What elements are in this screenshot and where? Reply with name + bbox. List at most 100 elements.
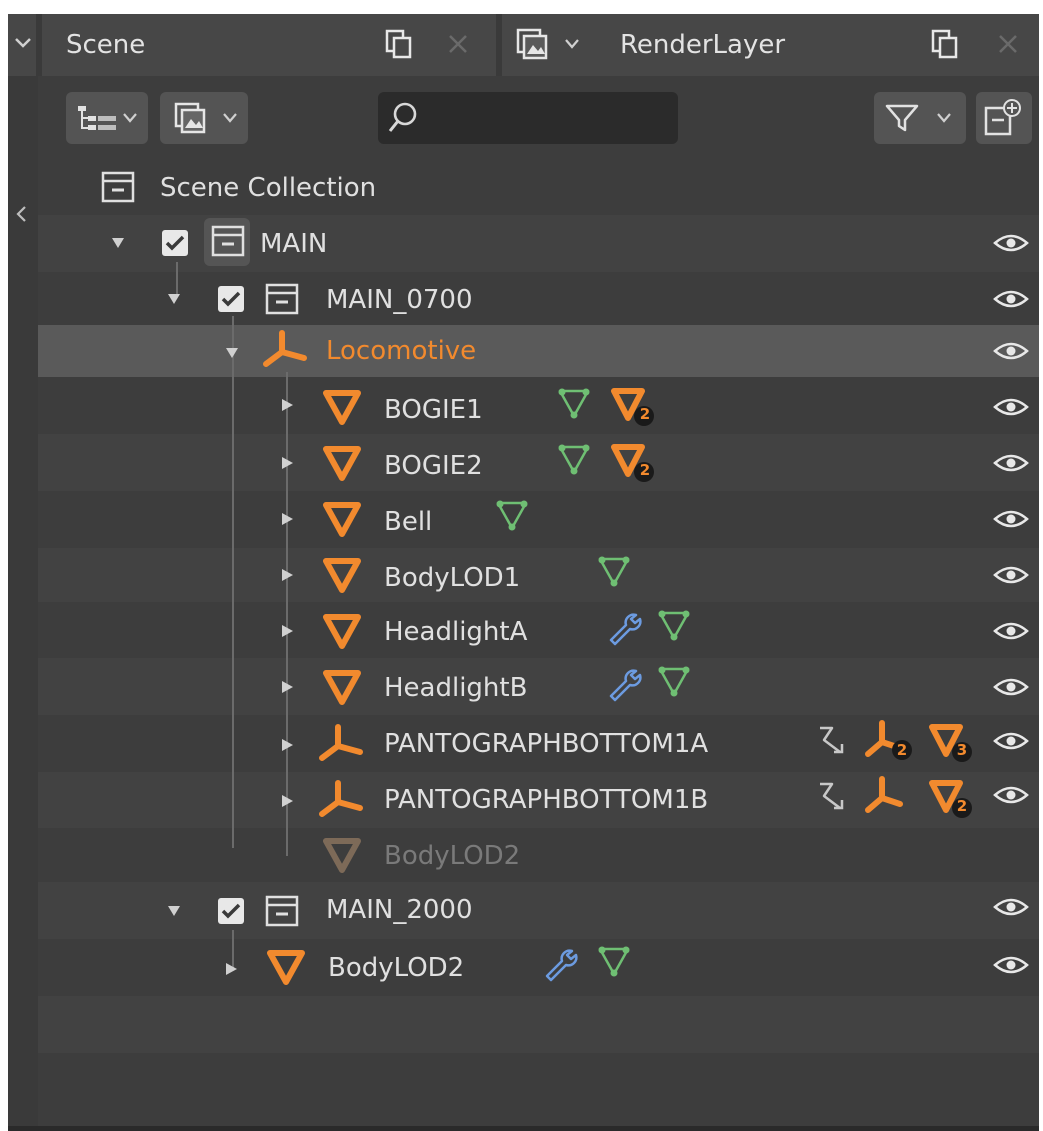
eye-icon[interactable] (992, 228, 1030, 258)
eye-icon[interactable] (992, 504, 1030, 534)
eye-icon[interactable] (992, 780, 1030, 810)
object-label: HeadlightB (384, 673, 528, 703)
tree-row-locomotive[interactable] (38, 325, 1039, 377)
vertex-group-icon[interactable] (556, 386, 592, 424)
eye-icon[interactable] (992, 448, 1030, 478)
object-label: BodyLOD2 (328, 953, 465, 983)
tree-row-main-2000[interactable] (38, 882, 1039, 939)
chevron-left-icon[interactable] (14, 204, 28, 224)
eye-icon[interactable] (992, 950, 1030, 980)
chevron-down-icon[interactable] (564, 38, 580, 50)
scene-selector[interactable]: Scene (66, 14, 145, 76)
collection-label-main-0700: MAIN_0700 (326, 285, 473, 315)
search-input[interactable] (378, 92, 678, 144)
chevron-down-icon (123, 113, 137, 123)
close-icon[interactable] (996, 32, 1020, 56)
armature-count-badge: 2 (896, 741, 908, 759)
object-label: BodyLOD1 (384, 563, 521, 593)
constraint-icon[interactable] (816, 778, 856, 818)
object-label: PANTOGRAPHBOTTOM1A (384, 729, 709, 759)
collection-label-main: MAIN (260, 229, 328, 259)
expand-arrow-icon[interactable] (224, 346, 240, 360)
vertex-group-icon[interactable] (596, 554, 632, 592)
modifier-icon[interactable] (542, 946, 582, 984)
mesh-count-badge: 2 (639, 405, 651, 423)
armature-icon (263, 330, 307, 367)
vertex-group-icon[interactable] (556, 442, 592, 480)
search-icon (388, 102, 417, 132)
empty-row (38, 996, 1039, 1053)
modifier-icon[interactable] (606, 666, 646, 704)
expand-arrow-icon[interactable] (166, 904, 182, 918)
tree-row-object[interactable] (38, 548, 1039, 605)
modifier-icon[interactable] (606, 610, 646, 648)
collapsed-arrow-icon[interactable] (280, 398, 296, 412)
outliner-window: Scene RenderLayer Scene Collection MAIN … (0, 0, 1043, 1131)
tree-row-object[interactable] (38, 939, 1039, 996)
eye-icon[interactable] (992, 284, 1030, 314)
close-icon[interactable] (446, 32, 470, 56)
expand-arrow-icon[interactable] (166, 292, 182, 306)
eye-icon[interactable] (992, 892, 1030, 922)
collection-label-main-2000: MAIN_2000 (326, 895, 473, 925)
collapsed-arrow-icon[interactable] (224, 962, 240, 976)
filter-icon (885, 104, 919, 132)
chevron-down-icon (223, 113, 237, 123)
object-label: HeadlightA (384, 617, 528, 647)
render-layer-icon[interactable] (516, 28, 550, 60)
collapsed-arrow-icon[interactable] (280, 624, 296, 638)
vertex-group-icon[interactable] (596, 944, 632, 982)
collapsed-arrow-icon[interactable] (280, 456, 296, 470)
collection-icon (265, 283, 299, 315)
armature-icon (319, 780, 363, 817)
chevron-down-icon[interactable] (14, 36, 32, 50)
collapsed-arrow-icon[interactable] (280, 512, 296, 526)
eye-icon[interactable] (992, 392, 1030, 422)
new-layer-icon[interactable] (930, 28, 960, 60)
vertex-group-icon[interactable] (656, 664, 692, 702)
tree-row-object[interactable] (38, 828, 1039, 885)
mesh-object-icon (323, 670, 361, 705)
mesh-count-badge: 2 (639, 461, 651, 479)
tree-line (232, 316, 234, 848)
outliner-view-icon (78, 106, 116, 130)
mesh-object-icon (323, 502, 361, 537)
tree-row-object[interactable] (38, 377, 1039, 434)
vertex-group-icon[interactable] (494, 498, 530, 536)
mesh-object-icon (323, 558, 361, 593)
expand-arrow-icon[interactable] (110, 236, 126, 250)
render-layer-selector[interactable]: RenderLayer (620, 14, 785, 76)
tree-row-object[interactable] (38, 434, 1039, 491)
checkbox-icon[interactable] (160, 228, 190, 258)
eye-icon[interactable] (992, 726, 1030, 756)
chevron-down-icon (937, 113, 951, 123)
render-layer-icon (174, 102, 206, 134)
collapsed-arrow-icon[interactable] (280, 568, 296, 582)
collection-icon (211, 225, 245, 257)
collapsed-arrow-icon[interactable] (280, 794, 296, 808)
constraint-icon[interactable] (816, 722, 856, 762)
eye-icon[interactable] (992, 560, 1030, 590)
eye-icon[interactable] (992, 336, 1030, 366)
object-label: BOGIE1 (384, 395, 483, 425)
armature-icon[interactable] (864, 776, 914, 820)
tree-row-object[interactable] (38, 491, 1039, 548)
eye-icon[interactable] (992, 672, 1030, 702)
header-separator (496, 14, 502, 76)
tree-row-object[interactable] (38, 658, 1039, 715)
collapsed-arrow-icon[interactable] (280, 680, 296, 694)
collapsed-arrow-icon[interactable] (280, 738, 296, 752)
object-label: PANTOGRAPHBOTTOM1B (384, 785, 709, 815)
tree-row-object[interactable] (38, 602, 1039, 659)
object-label: BodyLOD2 (384, 841, 521, 871)
checkbox-icon[interactable] (216, 896, 246, 926)
tree-row-main-0700[interactable] (38, 272, 1039, 329)
eye-icon[interactable] (992, 616, 1030, 646)
checkbox-icon[interactable] (216, 284, 246, 314)
region-toggle-strip[interactable] (8, 76, 38, 1126)
vertex-group-icon[interactable] (656, 608, 692, 646)
new-scene-icon[interactable] (384, 28, 414, 60)
object-label: Bell (384, 507, 433, 537)
collection-icon (101, 171, 135, 203)
mesh-object-icon (323, 838, 361, 873)
